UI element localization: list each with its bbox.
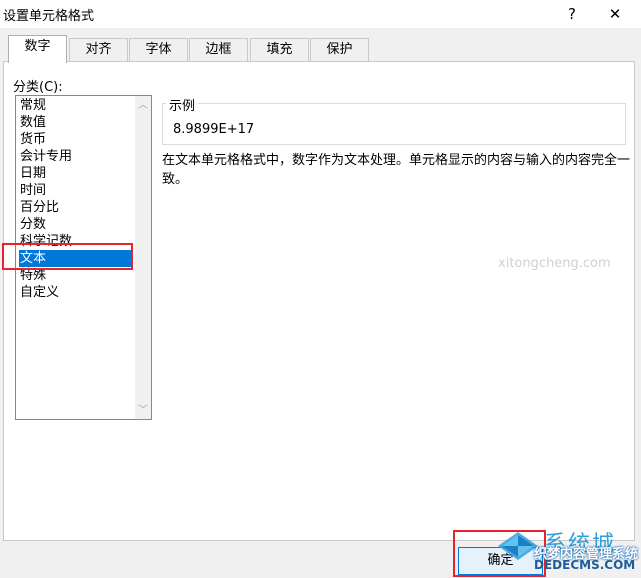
- title-bar: 设置单元格格式 ? ✕: [0, 0, 641, 28]
- format-description: 在文本单元格格式中，数字作为文本处理。单元格显示的内容与输入的内容完全一致。: [162, 153, 631, 187]
- list-item[interactable]: 货币: [19, 131, 132, 148]
- tab-alignment[interactable]: 对齐: [69, 38, 128, 62]
- selection-highlight-box: [2, 243, 133, 270]
- watermark-line2: DEDECMS.COM: [534, 558, 636, 572]
- list-item[interactable]: 时间: [19, 182, 132, 199]
- watermark-site: xitongcheng.com: [498, 256, 611, 271]
- category-label: 分类(C):: [13, 80, 63, 95]
- window-title: 设置单元格格式: [3, 9, 95, 24]
- tab-fill[interactable]: 填充: [250, 38, 309, 62]
- chevron-down-icon[interactable]: ﹀: [135, 401, 151, 416]
- close-icon[interactable]: ✕: [600, 3, 630, 25]
- help-icon[interactable]: ?: [560, 3, 584, 25]
- tab-number[interactable]: 数字: [8, 35, 67, 63]
- tab-font[interactable]: 字体: [129, 38, 188, 62]
- sample-legend: 示例: [166, 95, 199, 114]
- tab-border[interactable]: 边框: [189, 38, 248, 62]
- tab-protection[interactable]: 保护: [310, 38, 369, 62]
- list-item[interactable]: 百分比: [19, 199, 132, 216]
- sample-value: 8.9899E+17: [173, 122, 255, 137]
- list-scrollbar[interactable]: ︿ ﹀: [135, 96, 151, 419]
- list-item[interactable]: 会计专用: [19, 148, 132, 165]
- list-item[interactable]: 常规: [19, 97, 132, 114]
- list-item[interactable]: 数值: [19, 114, 132, 131]
- list-item[interactable]: 分数: [19, 216, 132, 233]
- list-item[interactable]: 自定义: [19, 284, 132, 301]
- list-item[interactable]: 日期: [19, 165, 132, 182]
- chevron-up-icon[interactable]: ︿: [135, 96, 151, 111]
